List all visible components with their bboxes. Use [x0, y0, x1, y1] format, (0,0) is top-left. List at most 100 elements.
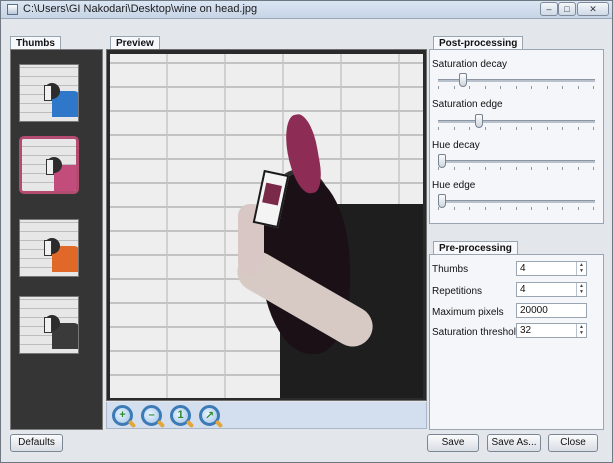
thumbnail-figure [38, 311, 78, 349]
save-as-button[interactable]: Save As... [487, 434, 541, 452]
zoom-out-icon[interactable]: – [141, 405, 162, 426]
slider-tick [562, 167, 563, 170]
slider-tick [531, 207, 532, 210]
slider-handle[interactable] [438, 194, 446, 208]
app-window: C:\Users\GI Nakodari\Desktop\wine on hea… [0, 0, 613, 463]
spin-down-icon[interactable]: ▼ [577, 330, 586, 336]
slider-tick [546, 207, 548, 210]
preview-image[interactable] [106, 49, 427, 401]
slider-tick [469, 167, 470, 170]
slider-tick [500, 207, 501, 210]
field-label-thumbs: Thumbs [432, 264, 469, 275]
slider-label-saturation-decay: Saturation decay [432, 59, 508, 70]
zoom-actual-icon[interactable]: 1 [170, 405, 191, 426]
preview-photo [110, 54, 423, 398]
tab-post-processing[interactable]: Post-processing [433, 36, 524, 50]
hue-edge-slider[interactable] [438, 194, 595, 210]
tab-pre-processing[interactable]: Pre-processing [433, 241, 518, 255]
slider-tick [546, 86, 548, 89]
zoom-toolbar: + – 1 ↗ [106, 402, 427, 429]
slider-tick [500, 127, 501, 130]
slider-tick [484, 207, 486, 210]
spin-arrows[interactable]: ▲ ▼ [576, 324, 586, 337]
slider-tick [562, 127, 563, 130]
thumbnail-figure [40, 153, 76, 191]
hue-decay-slider[interactable] [438, 154, 595, 170]
slider-tick [593, 207, 594, 210]
spin-arrows[interactable]: ▲ ▼ [576, 283, 586, 296]
spin-arrows[interactable]: ▲ ▼ [576, 262, 586, 275]
zoom-in-icon[interactable]: + [112, 405, 133, 426]
field-label-repetitions: Repetitions [432, 286, 483, 297]
slider-tick [484, 167, 486, 170]
title-bar[interactable]: C:\Users\GI Nakodari\Desktop\wine on hea… [1, 1, 612, 19]
slider-tick [515, 127, 517, 130]
thumbnail-figure [38, 234, 78, 272]
zoom-glyph: – [148, 409, 155, 421]
saturation-threshold-spinbox[interactable]: 32 ▲ ▼ [516, 323, 587, 338]
slider-tick [577, 127, 579, 130]
slider-tick [546, 127, 548, 130]
slider-tick [469, 86, 470, 89]
saturation-decay-slider[interactable] [438, 73, 595, 89]
slider-handle[interactable] [458, 73, 467, 87]
thumbnail-figure [38, 79, 78, 117]
zoom-glyph: + [119, 409, 126, 421]
close-window-button[interactable]: ✕ [577, 2, 609, 16]
field-label-saturation-threshold: Saturation threshold [432, 327, 522, 338]
slider-handle[interactable] [438, 154, 446, 168]
thumbnail-bottle [44, 240, 52, 256]
slider-tick [593, 86, 594, 89]
pre-processing-panel [429, 254, 604, 430]
slider-tick [484, 127, 486, 130]
saturation-threshold-value: 32 [520, 325, 532, 336]
slider-tick [531, 127, 532, 130]
thumbs-list[interactable] [10, 49, 103, 430]
slider-tick [469, 207, 470, 210]
slider-handle[interactable] [475, 114, 484, 128]
thumbnail[interactable] [19, 64, 79, 122]
minimize-button[interactable]: – [540, 2, 558, 16]
window-title: C:\Users\GI Nakodari\Desktop\wine on hea… [23, 3, 258, 15]
slider-tick [438, 167, 439, 170]
post-processing-panel [429, 49, 604, 224]
slider-tick [593, 167, 594, 170]
slider-tick [577, 167, 579, 170]
slider-tick [453, 207, 455, 210]
thumbnail-bottle [44, 85, 52, 101]
zoom-fit-icon[interactable]: ↗ [199, 405, 220, 426]
maximum-pixels-field[interactable]: 20000 [516, 303, 587, 318]
close-button[interactable]: Close [548, 434, 598, 452]
maximum-pixels-value: 20000 [520, 305, 548, 316]
repetitions-spinbox[interactable]: 4 ▲ ▼ [516, 282, 587, 297]
slider-tick [515, 207, 517, 210]
tab-preview[interactable]: Preview [110, 36, 160, 50]
thumbs-spinbox[interactable]: 4 ▲ ▼ [516, 261, 587, 276]
thumbnail-bottle [46, 159, 54, 175]
thumbs-value: 4 [520, 263, 526, 274]
slider-tick [577, 86, 579, 89]
tab-thumbs[interactable]: Thumbs [10, 36, 61, 50]
spin-down-icon[interactable]: ▼ [577, 268, 586, 274]
slider-tick [562, 86, 563, 89]
thumbnail[interactable] [19, 219, 79, 277]
maximize-button[interactable]: □ [558, 2, 576, 16]
repetitions-value: 4 [520, 284, 526, 295]
saturation-edge-slider[interactable] [438, 114, 595, 130]
slider-label-saturation-edge: Saturation edge [432, 99, 503, 110]
app-icon [7, 4, 18, 15]
slider-tick [438, 207, 439, 210]
save-button[interactable]: Save [427, 434, 479, 452]
slider-label-hue-edge: Hue edge [432, 180, 476, 191]
thumbnail[interactable] [19, 296, 79, 354]
slider-tick [453, 127, 455, 130]
slider-tick [500, 167, 501, 170]
slider-tick [546, 167, 548, 170]
slider-tick [515, 167, 517, 170]
defaults-button[interactable]: Defaults [10, 434, 63, 452]
spin-down-icon[interactable]: ▼ [577, 289, 586, 295]
thumbnail[interactable] [19, 136, 79, 194]
slider-tick [453, 86, 455, 89]
slider-label-hue-decay: Hue decay [432, 140, 480, 151]
slider-tick [500, 86, 501, 89]
